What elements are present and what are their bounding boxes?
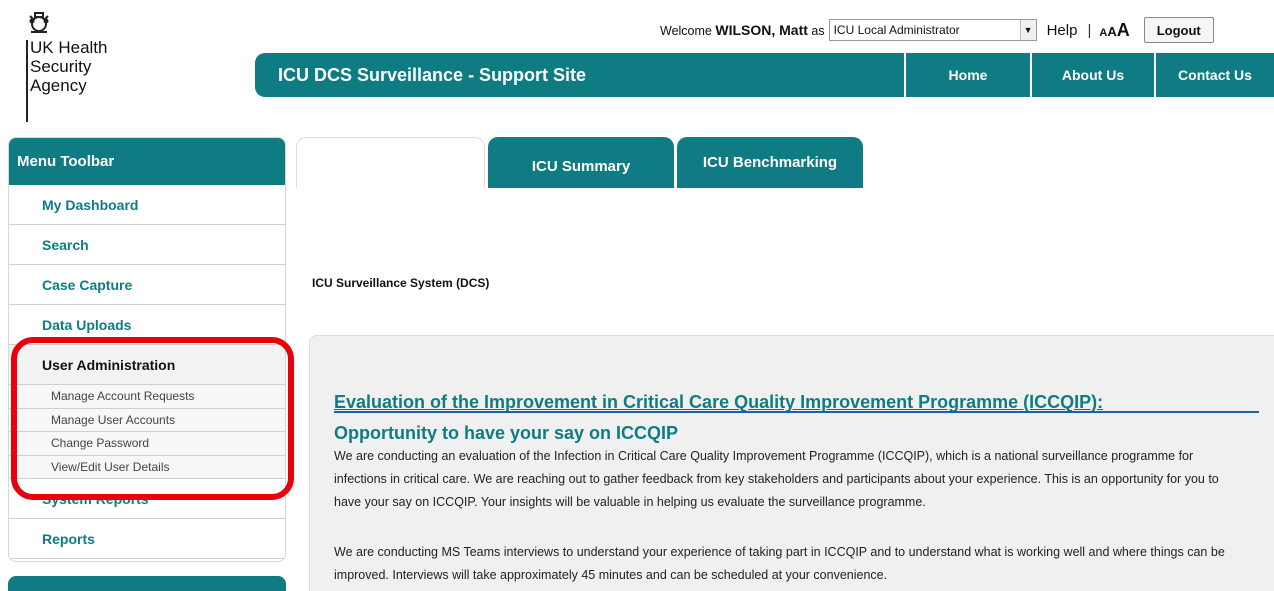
text-size-medium-button[interactable]: A	[1107, 24, 1116, 39]
heading-rule	[334, 411, 1259, 413]
sidebar-item-user-administration[interactable]: User Administration	[9, 345, 285, 385]
text-size-large-button[interactable]: A	[1117, 20, 1130, 40]
sidebar-item-system-reports[interactable]: System Reports	[9, 479, 285, 519]
evaluation-subheading: Opportunity to have your say on ICCQIP	[334, 423, 679, 443]
as-text: as	[811, 24, 825, 38]
sidebar-item-case-capture[interactable]: Case Capture	[9, 265, 285, 305]
user-bar: Welcome WILSON, Matt as ICU Local Admini…	[660, 16, 1260, 44]
welcome-text: Welcome WILSON, Matt as	[660, 22, 825, 38]
sidebar-subitem-manage-account-requests[interactable]: Manage Account Requests	[9, 385, 285, 409]
user-name: WILSON, Matt	[715, 22, 808, 38]
sidebar-item-my-dashboard[interactable]: My Dashboard	[9, 185, 285, 225]
logo-text: UK Health Security Agency	[30, 38, 108, 95]
ukhsa-logo[interactable]: UK Health Security Agency	[24, 10, 154, 122]
sidebar-subitem-view-edit-user-details[interactable]: View/Edit User Details	[9, 455, 285, 479]
logout-button[interactable]: Logout	[1143, 17, 1214, 43]
system-label: ICU Surveillance System (DCS)	[312, 276, 490, 290]
sidebar-item-reports[interactable]: Reports	[9, 519, 285, 559]
evaluation-paragraph-1: We are conducting an evaluation of the I…	[334, 449, 1219, 509]
nav-home[interactable]: Home	[904, 53, 1030, 97]
site-header: ICU DCS Surveillance - Support Site Home…	[255, 53, 1274, 97]
menu-toolbar: Menu Toolbar My Dashboard Search Case Ca…	[8, 137, 286, 562]
nav-about-us[interactable]: About Us	[1030, 53, 1154, 97]
evaluation-paragraph-2: We are conducting MS Teams interviews to…	[334, 545, 1225, 582]
site-title: ICU DCS Surveillance - Support Site	[278, 64, 587, 85]
chevron-down-icon[interactable]: ▼	[1019, 20, 1036, 40]
sidebar-item-data-uploads[interactable]: Data Uploads	[9, 305, 285, 345]
tab-icu-benchmarking[interactable]: ICU Benchmarking	[677, 137, 863, 188]
text-size-controls: AAA	[1099, 20, 1129, 41]
sidebar-subitem-manage-user-accounts[interactable]: Manage User Accounts	[9, 408, 285, 432]
evaluation-heading-link[interactable]: Evaluation of the Improvement in Critica…	[334, 392, 1259, 413]
sidebar-subitem-change-password[interactable]: Change Password	[9, 432, 285, 456]
tab-icu-summary[interactable]: ICU Summary	[488, 137, 674, 188]
role-select-value: ICU Local Administrator	[833, 23, 960, 37]
nav-contact-us[interactable]: Contact Us	[1154, 53, 1274, 97]
menu-toolbar-title: Menu Toolbar	[9, 138, 285, 185]
sidebar-item-search[interactable]: Search	[9, 225, 285, 265]
role-select[interactable]: ICU Local Administrator ▼	[828, 19, 1037, 41]
welcome-prefix: Welcome	[660, 24, 712, 38]
separator: |	[1087, 21, 1092, 39]
news-panel: Evaluation of the Improvement in Critica…	[309, 335, 1274, 591]
tab-home[interactable]	[296, 137, 485, 188]
help-link[interactable]: Help	[1047, 22, 1078, 39]
main-nav: Home About Us Contact Us	[904, 53, 1274, 97]
logo-bar	[26, 40, 28, 122]
royal-crest-icon	[29, 12, 49, 33]
secondary-panel-header	[8, 576, 286, 591]
